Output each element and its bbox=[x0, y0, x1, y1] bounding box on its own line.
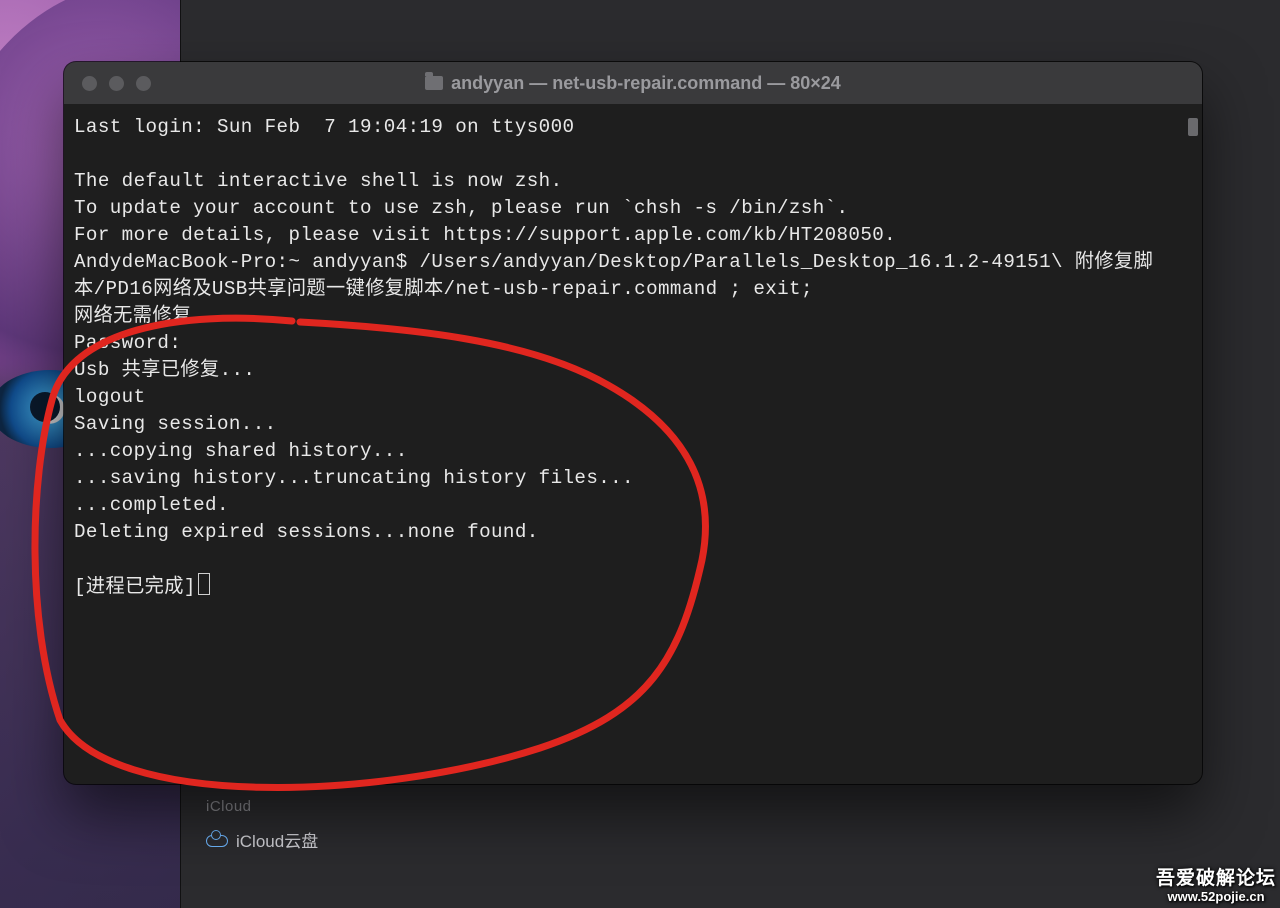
cursor-box bbox=[198, 573, 210, 595]
titlebar[interactable]: andyyan — net-usb-repair.command — 80×24 bbox=[64, 62, 1202, 104]
minimize-button[interactable] bbox=[109, 76, 124, 91]
finder-sidebar: iCloud iCloud云盘 bbox=[180, 780, 380, 858]
desktop: iCloud iCloud云盘 andyyan — net-usb-repair… bbox=[0, 0, 1280, 908]
finder-section-label: iCloud bbox=[180, 780, 380, 821]
watermark: 吾爱破解论坛 www.52pojie.cn bbox=[1156, 869, 1276, 904]
terminal-output[interactable]: Last login: Sun Feb 7 19:04:19 on ttys00… bbox=[74, 114, 1182, 774]
traffic-lights bbox=[64, 76, 151, 91]
sidebar-item-icloud-drive[interactable]: iCloud云盘 bbox=[180, 821, 380, 858]
watermark-line1: 吾爱破解论坛 bbox=[1156, 869, 1276, 890]
scrollbar-thumb[interactable] bbox=[1188, 118, 1198, 136]
terminal-line: Last login: Sun Feb 7 19:04:19 on ttys00… bbox=[74, 116, 1153, 598]
sidebar-item-label: iCloud云盘 bbox=[236, 827, 318, 852]
close-button[interactable] bbox=[82, 76, 97, 91]
terminal-window[interactable]: andyyan — net-usb-repair.command — 80×24… bbox=[64, 62, 1202, 784]
window-title: andyyan — net-usb-repair.command — 80×24 bbox=[451, 73, 841, 94]
watermark-line2: www.52pojie.cn bbox=[1156, 890, 1276, 904]
zoom-button[interactable] bbox=[136, 76, 151, 91]
folder-icon bbox=[425, 76, 443, 90]
cloud-icon bbox=[206, 833, 226, 847]
